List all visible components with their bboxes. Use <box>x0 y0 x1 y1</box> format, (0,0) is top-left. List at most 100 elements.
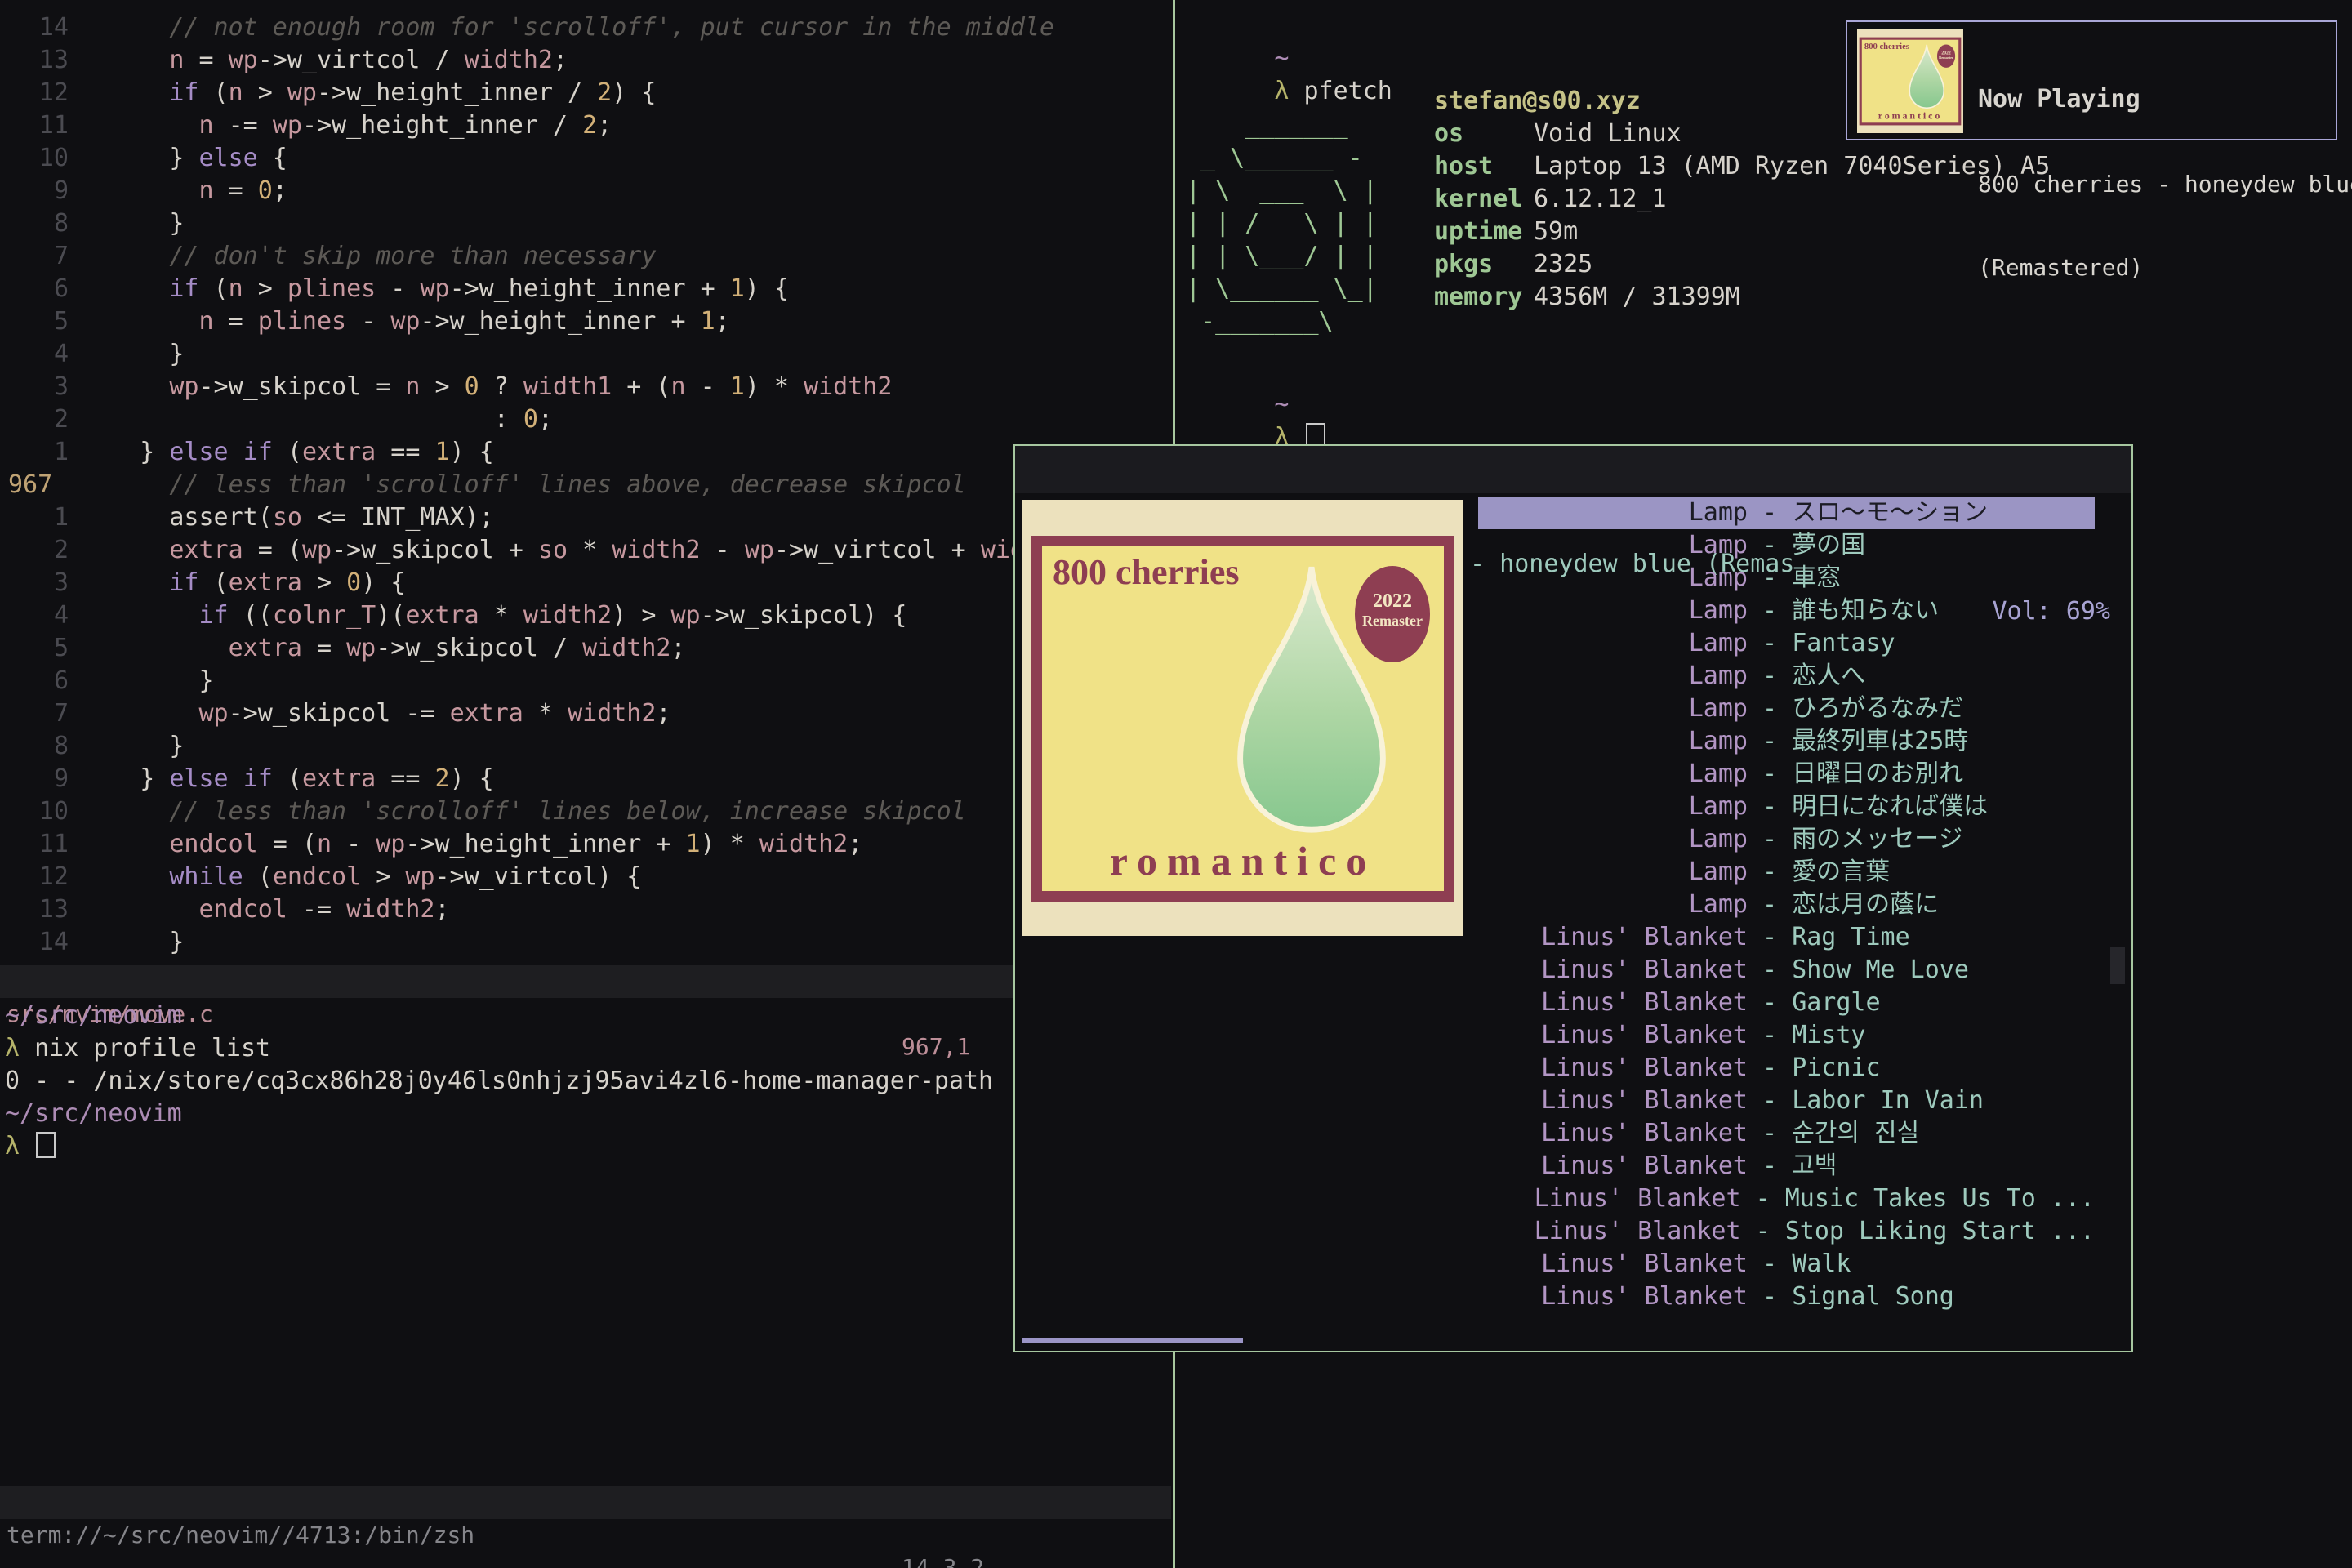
playlist-row[interactable]: Lamp - 日曜日のお別れ <box>1478 758 2095 791</box>
code-line[interactable]: 11 n -= wp->w_height_inner / 2; <box>0 109 1171 142</box>
track-artist: Linus' Blanket <box>1478 1150 1748 1183</box>
playlist-row[interactable]: Linus' Blanket - Stop Liking Start ... <box>1478 1215 2095 1248</box>
playlist-row[interactable]: Linus' Blanket - Gargle <box>1478 987 2095 1019</box>
playlist-row[interactable]: Lamp - 雨のメッセージ <box>1478 823 2095 856</box>
playlist-row[interactable]: Linus' Blanket - Walk <box>1478 1248 2095 1281</box>
shell-command-line: λ pfetch <box>1186 42 1392 108</box>
code-line[interactable]: 5 extra = wp->w_skipcol / width2; <box>0 632 1171 665</box>
left-shell-lines[interactable]: ~/src/neovimλ nix profile list0 - - /nix… <box>5 1000 993 1163</box>
code-line[interactable]: 6 if (n > plines - wp->w_height_inner + … <box>0 273 1171 305</box>
track-title: スロ〜モ〜ション <box>1792 497 1988 529</box>
code-line[interactable]: 9 } else if (extra == 2) { <box>0 763 1171 795</box>
notification-text: Now Playing 800 cherries - honeydew blue… <box>1978 29 2352 139</box>
code-line[interactable]: 10 } else { <box>0 142 1171 175</box>
playlist-row[interactable]: Lamp - 明日になれば僕は <box>1478 791 2095 823</box>
code-line[interactable]: 11 endcol = (n - wp->w_height_inner + 1)… <box>0 828 1171 861</box>
playlist-row[interactable]: Linus' Blanket - Picnic <box>1478 1052 2095 1085</box>
track-title: Walk <box>1792 1248 1851 1281</box>
playlist-row[interactable]: Lamp - 恋は月の蔭に <box>1478 889 2095 921</box>
playlist-row[interactable]: Linus' Blanket - Labor In Vain <box>1478 1085 2095 1117</box>
track-title: 고백 <box>1792 1150 1837 1183</box>
playlist-row[interactable]: Linus' Blanket - 고백 <box>1478 1150 2095 1183</box>
gutter-line-number: 10 <box>0 795 69 828</box>
playlist-row[interactable]: Linus' Blanket - Signal Song <box>1478 1281 2095 1313</box>
code-line[interactable]: 2 extra = (wp->w_skipcol + so * width2 -… <box>0 534 1171 567</box>
code-line[interactable]: 2 : 0; <box>0 403 1171 436</box>
gutter-line-number: 6 <box>0 665 69 697</box>
code-line[interactable]: 12 if (n > wp->w_height_inner / 2) { <box>0 77 1171 109</box>
code-line[interactable]: 967 // less than 'scrolloff' lines above… <box>0 469 1171 501</box>
code-line[interactable]: 9 n = 0; <box>0 175 1171 207</box>
code-line[interactable]: 7 wp->w_skipcol -= extra * width2; <box>0 697 1171 730</box>
track-title: 恋人へ <box>1792 660 1865 693</box>
playlist-row[interactable]: Lamp - 車窓 <box>1478 562 2095 595</box>
playlist-row[interactable]: Lamp - ひろがるなみだ <box>1478 693 2095 725</box>
code-line[interactable]: 3 if (extra > 0) { <box>0 567 1171 599</box>
terminal-ruler: 14,3-2 <box>902 1552 984 1568</box>
gutter-line-number: 1 <box>0 436 69 469</box>
editor-pane[interactable]: 14 // not enough room for 'scrolloff', p… <box>0 0 1171 1568</box>
track-title: 愛の言葉 <box>1792 856 1890 889</box>
cover-artist-text: 800 cherries <box>1053 551 1239 593</box>
shell-line-out: 0 - - /nix/store/cq3cx86h28j0y46ls0nhjzj… <box>5 1065 993 1098</box>
gutter-line-number: 3 <box>0 371 69 403</box>
track-artist: Linus' Blanket <box>1478 1052 1748 1085</box>
shell-line-cmd: λ nix profile list <box>5 1032 993 1065</box>
gutter-line-number: 4 <box>0 338 69 371</box>
track-title: Signal Song <box>1792 1281 1954 1313</box>
code-line[interactable]: 13 n = wp->w_virtcol / width2; <box>0 44 1171 77</box>
track-artist: Linus' Blanket <box>1478 1019 1748 1052</box>
playlist-scrollbar[interactable] <box>2110 947 2125 984</box>
playlist-row[interactable]: Linus' Blanket - 순간의 진실 <box>1478 1117 2095 1150</box>
notification-song-suffix: (Remastered) <box>1978 254 2352 282</box>
gutter-line-number: 7 <box>0 697 69 730</box>
playlist-row[interactable]: Lamp - 愛の言葉 <box>1478 856 2095 889</box>
playlist-row[interactable]: Lamp - 最終列車は25時 <box>1478 725 2095 758</box>
track-artist: Lamp <box>1478 791 1748 823</box>
track-title: 車窓 <box>1792 562 1841 595</box>
playlist-row[interactable]: Lamp - 恋人へ <box>1478 660 2095 693</box>
code-line[interactable]: 6 } <box>0 665 1171 697</box>
code-line[interactable]: 1 } else if (extra == 1) { <box>0 436 1171 469</box>
code-line[interactable]: 3 wp->w_skipcol = n > 0 ? width1 + (n - … <box>0 371 1171 403</box>
code-line[interactable]: 10 // less than 'scrolloff' lines below,… <box>0 795 1171 828</box>
track-artist: Lamp <box>1478 693 1748 725</box>
code-line[interactable]: 14 // not enough room for 'scrolloff', p… <box>0 11 1171 44</box>
gutter-line-number: 13 <box>0 893 69 926</box>
playlist-row[interactable]: Lamp - 誰も知らない <box>1478 595 2095 627</box>
cover-album-text: romantico <box>1042 837 1444 884</box>
playlist-row[interactable]: Linus' Blanket - Rag Time <box>1478 921 2095 954</box>
code-line[interactable]: 12 while (endcol > wp->w_virtcol) { <box>0 861 1171 893</box>
code-line[interactable]: 4 if ((colnr_T)(extra * width2) > wp->w_… <box>0 599 1171 632</box>
playlist-row[interactable]: Linus' Blanket - Music Takes Us To ... <box>1478 1183 2095 1215</box>
gutter-line-number: 8 <box>0 730 69 763</box>
code-line[interactable]: 5 n = plines - wp->w_height_inner + 1; <box>0 305 1171 338</box>
music-player-window: [Playing] herries - honeydew blue (Remas… <box>1013 444 2133 1352</box>
playlist-row[interactable]: Lamp - Fantasy <box>1478 627 2095 660</box>
track-artist: Linus' Blanket <box>1478 1248 1748 1281</box>
void-linux-logo-ascii: _______ _ \______ - | \ ___ \ | | | / \ … <box>1186 109 1378 338</box>
code-line[interactable]: 4 } <box>0 338 1171 371</box>
track-title: 恋は月の蔭に <box>1792 889 1939 921</box>
now-playing-notification[interactable]: 800 cherries 2022 Remaster romantico Now… <box>1846 20 2337 140</box>
playlist-row[interactable]: Linus' Blanket - Misty <box>1478 1019 2095 1052</box>
code-line[interactable]: 7 // don't skip more than necessary <box>0 240 1171 273</box>
terminal-buffer-name: term://~/src/neovim//4713:/bin/zsh <box>7 1519 474 1552</box>
playlist-row-selected[interactable]: Lamp - スロ〜モ〜ション <box>1478 497 2095 529</box>
playlist-row[interactable]: Lamp - 夢の国 <box>1478 529 2095 562</box>
code-lines[interactable]: 14 // not enough room for 'scrolloff', p… <box>0 11 1171 959</box>
shell-line-prompt-cursor[interactable]: λ <box>5 1130 993 1163</box>
playlist-row[interactable]: Linus' Blanket - Show Me Love <box>1478 954 2095 987</box>
code-line[interactable]: 8 } <box>0 730 1171 763</box>
track-title: Stop Liking Start ... <box>1785 1215 2095 1248</box>
code-line[interactable]: 1 assert(so <= INT_MAX); <box>0 501 1171 534</box>
playback-progress-bar[interactable] <box>1022 1338 1243 1343</box>
track-artist: Lamp <box>1478 595 1748 627</box>
prompt-lambda: λ <box>1274 77 1289 105</box>
cover-frame: 800 cherries 2022 Remaster romantico <box>1031 536 1454 902</box>
code-line[interactable]: 13 endcol -= width2; <box>0 893 1171 926</box>
track-artist: Linus' Blanket <box>1478 954 1748 987</box>
code-line[interactable]: 8 } <box>0 207 1171 240</box>
album-art: 800 cherries 2022 Remaster romantico <box>1022 500 1463 936</box>
code-line[interactable]: 14 } <box>0 926 1171 959</box>
